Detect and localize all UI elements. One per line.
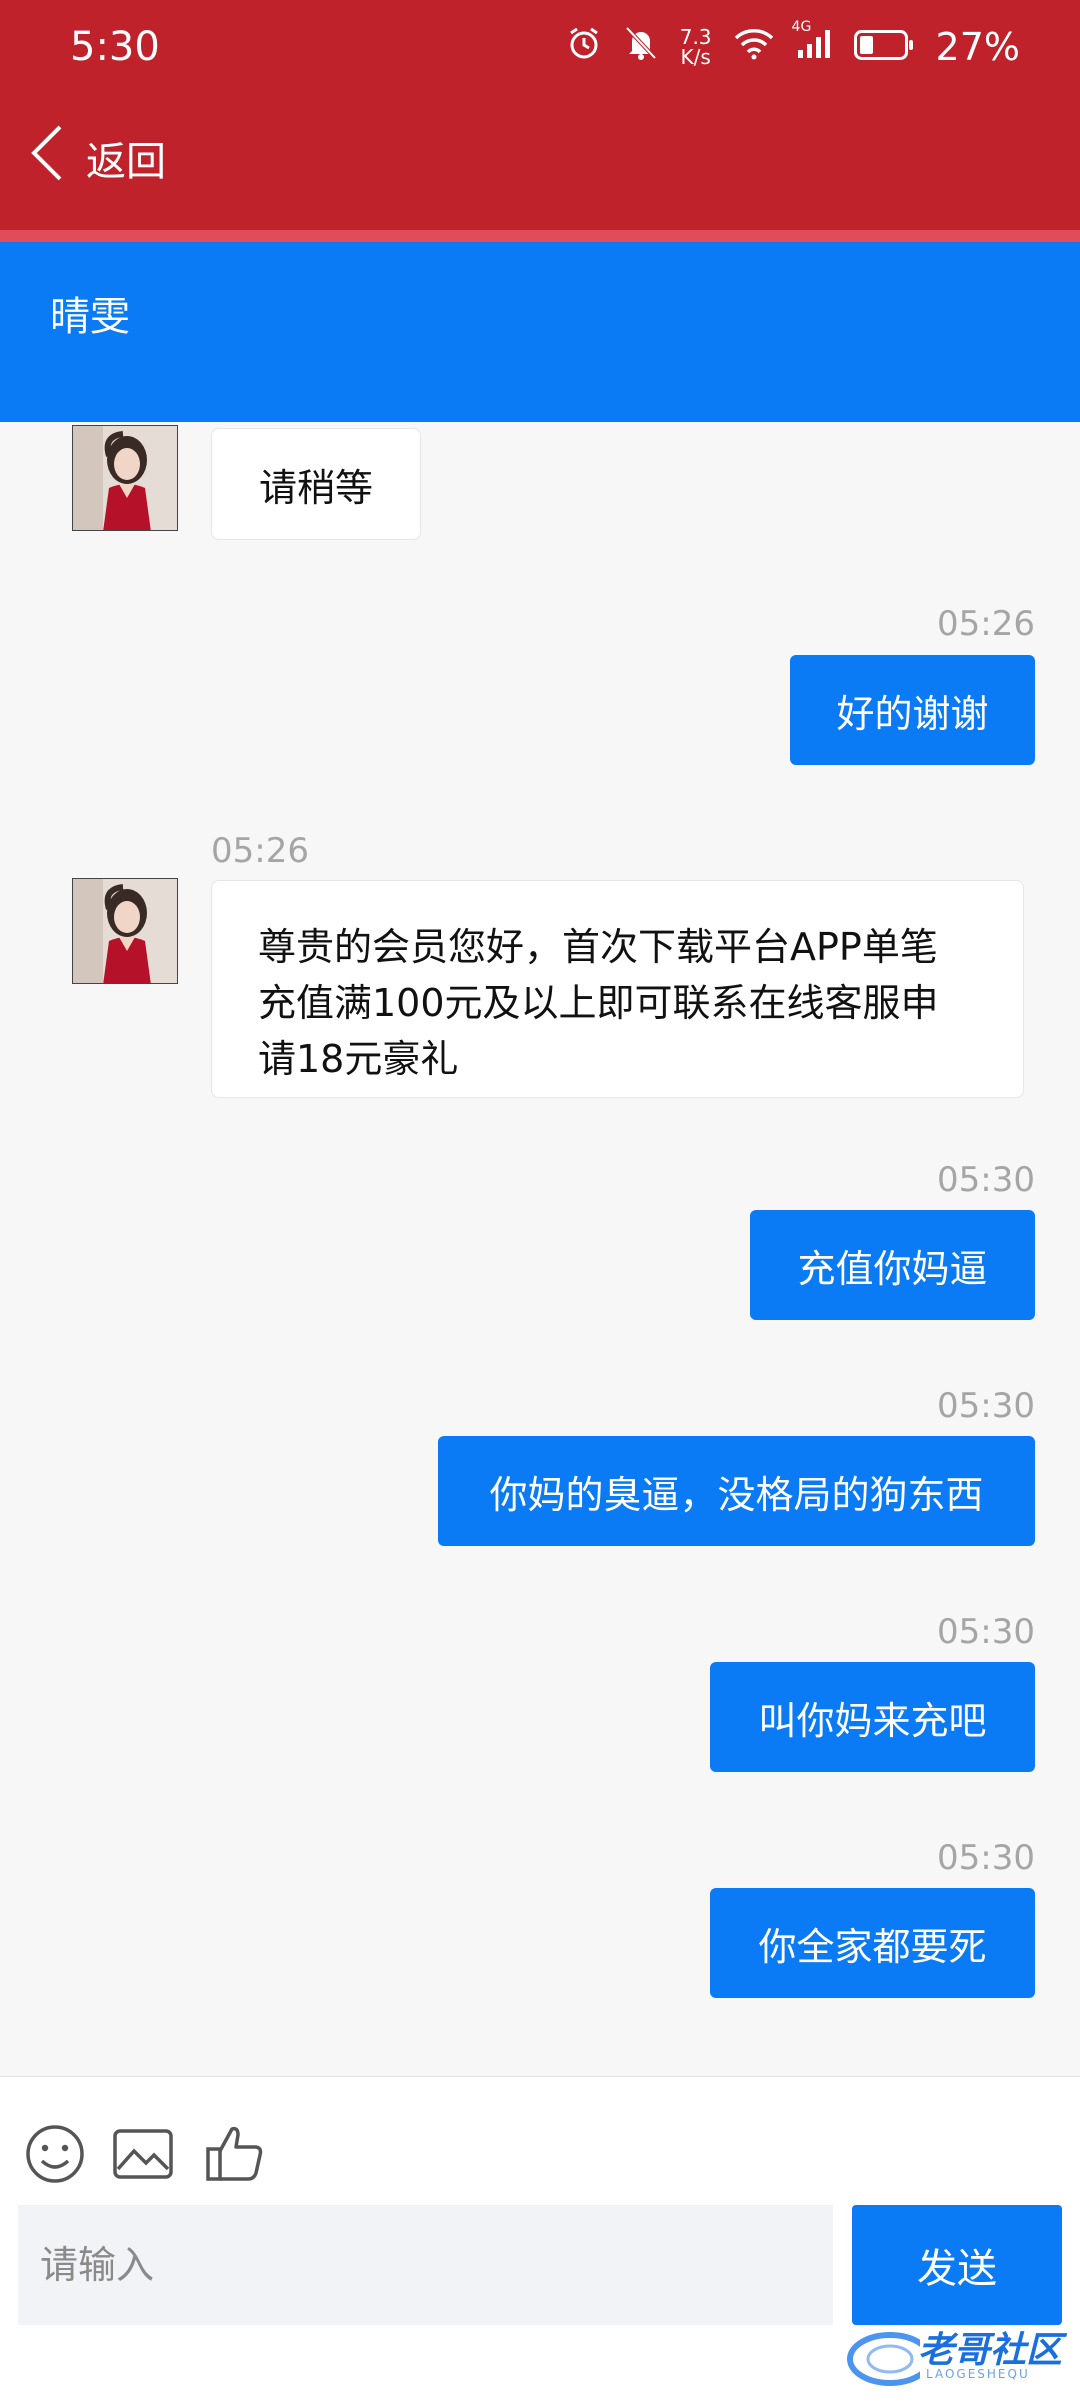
contact-name: 晴雯 (50, 294, 130, 340)
status-bar: 5:30 7.3 K/s 4G 27% (0, 0, 1080, 95)
message-timestamp: 05:30 (937, 1838, 1035, 1878)
message-timestamp: 05:30 (937, 1386, 1035, 1426)
thumbs-up-icon[interactable] (202, 2121, 268, 2187)
battery-percent: 27% (935, 25, 1020, 69)
cellular-signal-icon: 4G (792, 19, 832, 69)
message-bubble-right[interactable]: 好的谢谢 (790, 655, 1035, 765)
message-bubble-left[interactable]: 尊贵的会员您好，首次下载平台APP单笔 充值满100元及以上即可联系在线客服申 … (211, 880, 1024, 1098)
wifi-icon (734, 25, 774, 69)
message-timestamp: 05:30 (937, 1160, 1035, 1200)
mute-bell-icon (624, 25, 658, 70)
chevron-left-icon (28, 123, 64, 193)
battery-icon (853, 25, 914, 69)
contact-avatar[interactable] (72, 425, 178, 531)
emoji-icon[interactable] (22, 2121, 88, 2187)
message-bubble-right[interactable]: 你全家都要死 (710, 1888, 1035, 1998)
net-speed: 7.3 K/s (679, 25, 712, 69)
message-input[interactable] (18, 2205, 833, 2325)
header-divider (0, 230, 1080, 242)
contact-avatar[interactable] (72, 878, 178, 984)
message-timestamp: 05:30 (937, 1612, 1035, 1652)
status-time: 5:30 (70, 24, 160, 70)
back-label: 返回 (86, 139, 166, 185)
message-bubble-right[interactable]: 叫你妈来充吧 (710, 1662, 1035, 1772)
status-icons: 7.3 K/s 4G 27% (566, 19, 1020, 72)
alarm-icon (566, 25, 602, 70)
send-button[interactable]: 发送 (852, 2205, 1062, 2325)
chat-title-bar: 晴雯 (0, 242, 1080, 422)
nav-bar: 返回 (0, 95, 1080, 230)
message-bubble-left[interactable]: 请稍等 (211, 428, 421, 540)
composer: 发送 老哥社区 LAOGESHEQU (0, 2076, 1080, 2401)
message-bubble-right[interactable]: 你妈的臭逼，没格局的狗东西 (438, 1436, 1035, 1546)
back-button[interactable]: 返回 (28, 123, 166, 193)
message-bubble-right[interactable]: 充值你妈逼 (750, 1210, 1035, 1320)
image-icon[interactable] (110, 2121, 176, 2187)
message-timestamp: 05:26 (937, 604, 1035, 644)
message-timestamp: 05:26 (211, 831, 309, 871)
watermark: 老哥社区 LAOGESHEQU (840, 2315, 1070, 2395)
